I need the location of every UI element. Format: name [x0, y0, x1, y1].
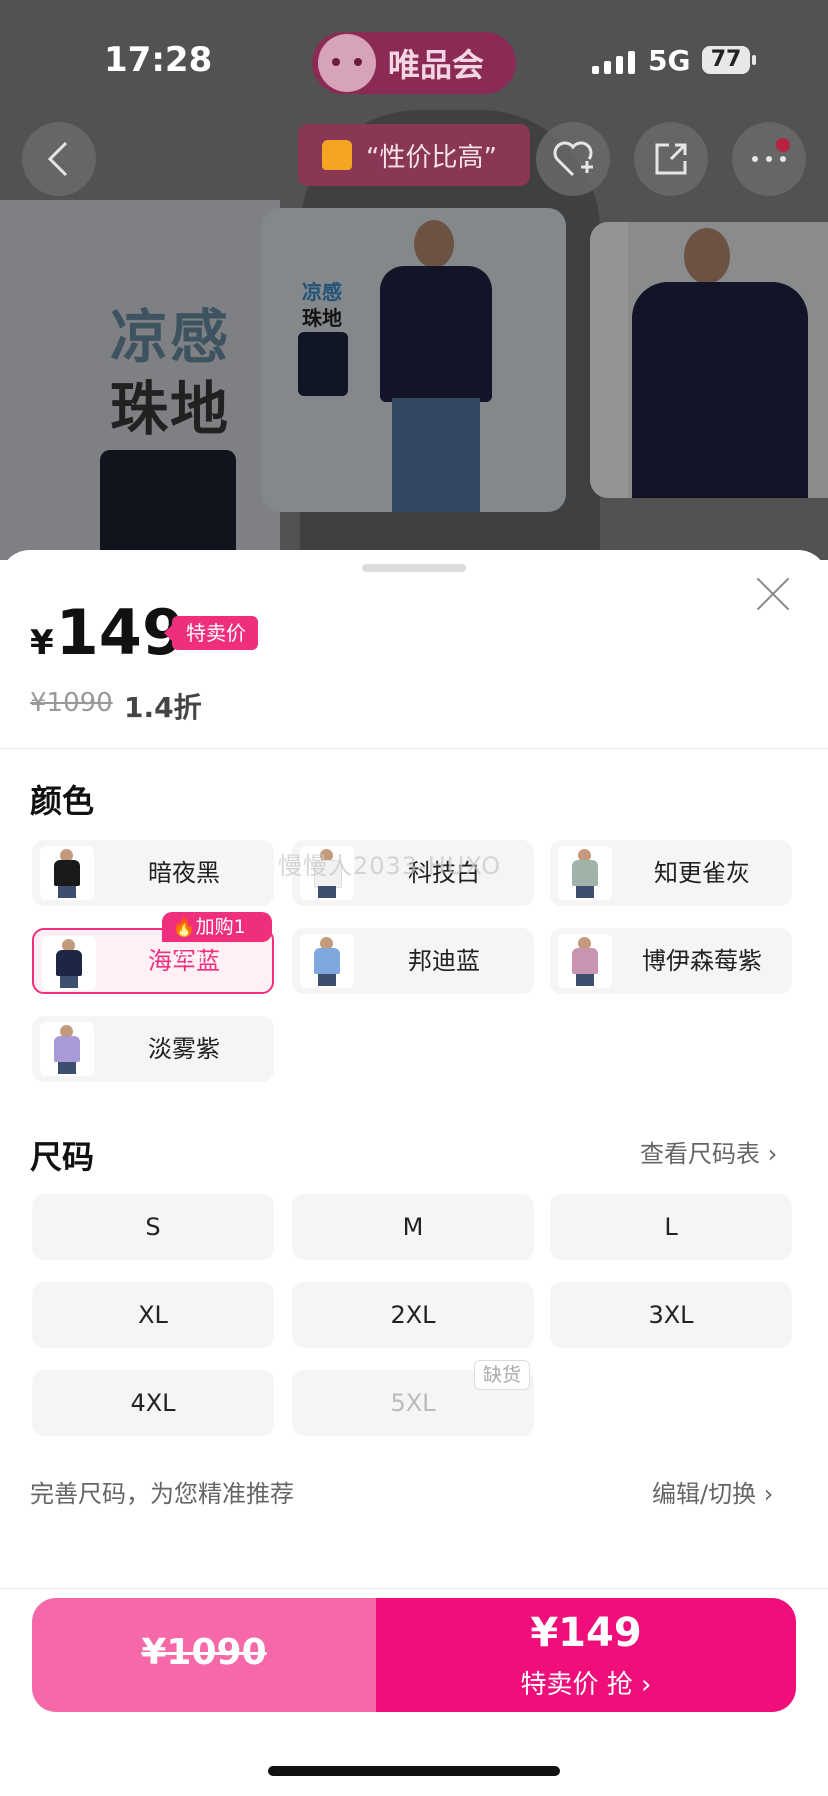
original-price-button[interactable]: ¥1090: [32, 1598, 376, 1712]
original-price-label: ¥1090: [141, 1632, 267, 1673]
original-price: ¥1090: [30, 688, 113, 718]
network-type: 5G: [648, 44, 691, 77]
footer-divider: [0, 1588, 828, 1589]
size-option[interactable]: L: [550, 1194, 792, 1260]
color-thumbnail: [558, 934, 612, 988]
size-option[interactable]: S: [32, 1194, 274, 1260]
divider: [0, 748, 828, 749]
drag-handle[interactable]: [362, 564, 466, 572]
battery-icon: 77: [702, 46, 756, 74]
mascot-icon: [318, 34, 376, 92]
current-price: ¥ 149: [30, 596, 185, 669]
share-button[interactable]: [634, 122, 708, 196]
color-thumbnail: [40, 846, 94, 900]
hot-tag: 🔥加购1万+: [162, 912, 272, 968]
color-option[interactable]: 淡雾紫: [32, 1016, 274, 1082]
color-thumbnail: [558, 846, 612, 900]
close-icon[interactable]: [754, 574, 794, 614]
highlight-tag[interactable]: “性价比高”: [298, 124, 530, 186]
color-thumbnail: [300, 934, 354, 988]
favorite-button[interactable]: [536, 122, 610, 196]
color-label: 暗夜黑: [148, 859, 220, 887]
chevron-left-icon: [47, 141, 68, 177]
product-page-background: 凉感 珠地 凉感 珠地 17:28 唯品会 5G 77 “性价比高”: [0, 0, 828, 560]
edit-size-link[interactable]: 编辑/切换 ›: [652, 1474, 773, 1509]
watermark: 慢慢人2033-HUXO: [278, 852, 502, 880]
size-chart-link[interactable]: 查看尺码表 ›: [640, 1134, 777, 1169]
status-time: 17:28: [104, 40, 213, 80]
color-label: 邦迪蓝: [408, 947, 480, 975]
notification-dot: [776, 138, 790, 152]
size-section-title: 尺码: [30, 1138, 95, 1176]
signal-icon: [592, 48, 635, 74]
color-label: 淡雾紫: [148, 1035, 220, 1063]
thumbs-up-icon: [322, 140, 352, 170]
back-button[interactable]: [22, 122, 96, 196]
color-option[interactable]: 博伊森莓紫: [550, 928, 792, 994]
color-label: 知更雀灰: [654, 859, 750, 887]
size-option[interactable]: 4XL: [32, 1370, 274, 1436]
home-indicator[interactable]: [268, 1766, 560, 1776]
color-label: 博伊森莓紫: [642, 947, 762, 975]
price-currency: ¥: [30, 623, 54, 663]
color-thumbnail: [40, 1022, 94, 1076]
color-section-title: 颜色: [30, 782, 95, 820]
share-icon: [655, 143, 687, 175]
discount-rate: 1.4折: [124, 691, 202, 724]
out-of-stock-badge: 缺货: [474, 1360, 531, 1390]
heart-add-icon: [553, 141, 593, 177]
color-thumbnail: [42, 936, 96, 990]
size-option[interactable]: 3XL: [550, 1282, 792, 1348]
color-option[interactable]: 邦迪蓝: [292, 928, 534, 994]
more-icon: [752, 156, 786, 162]
buy-price: ¥149: [530, 1610, 642, 1656]
buy-now-button[interactable]: ¥149 特卖价 抢 ›: [376, 1598, 796, 1712]
size-option[interactable]: XL: [32, 1282, 274, 1348]
color-option[interactable]: 暗夜黑: [32, 840, 274, 906]
app-name: 唯品会: [388, 46, 485, 84]
app-logo: 唯品会: [312, 32, 516, 94]
price-badge: 特卖价: [164, 616, 258, 650]
buy-action-label: 特卖价 抢 ›: [520, 1670, 652, 1700]
size-hint: 完善尺码，为您精准推荐: [30, 1480, 294, 1508]
size-option[interactable]: 2XL: [292, 1282, 534, 1348]
size-option[interactable]: M: [292, 1194, 534, 1260]
color-option-selected[interactable]: 海军蓝 🔥加购1万+: [32, 912, 274, 994]
color-option[interactable]: 知更雀灰: [550, 840, 792, 906]
more-button[interactable]: [732, 122, 806, 196]
sku-selector-sheet: ¥ 149 特卖价 ¥1090 1.4折 颜色 暗夜黑 科技白 知更雀灰 海军蓝…: [0, 550, 828, 1796]
highlight-tag-text: “性价比高”: [366, 142, 497, 173]
